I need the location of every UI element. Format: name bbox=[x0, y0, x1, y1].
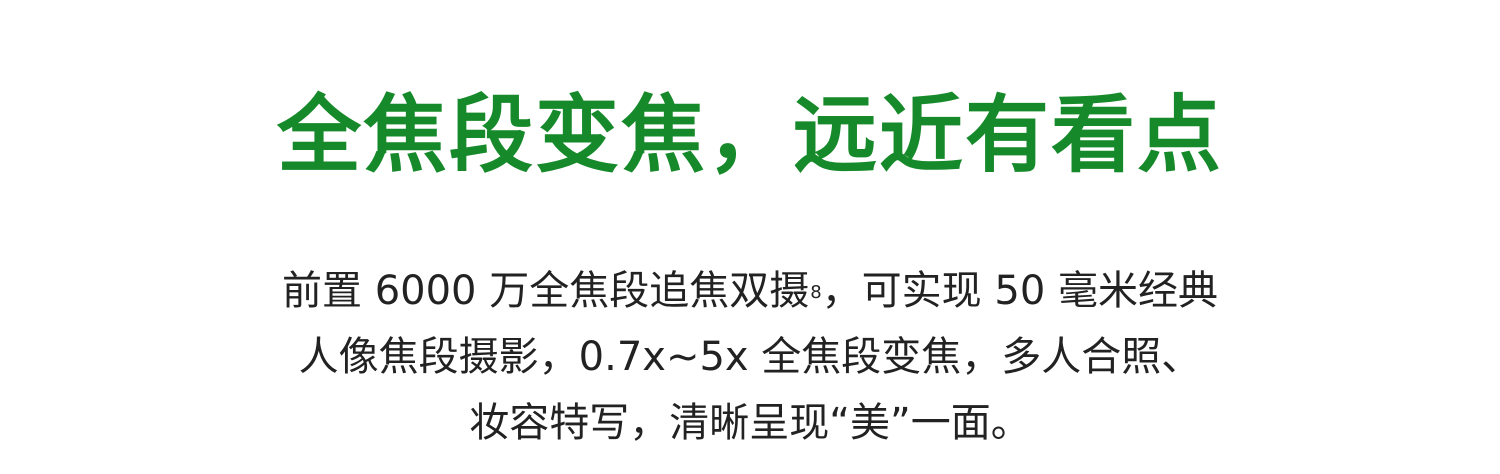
description-line-2: 人像焦段摄影，0.7x~5x 全焦段变焦，多人合照、 bbox=[298, 334, 1202, 380]
description-line-1: 前置 6000 万全焦段追焦双摄8，可实现 50 毫米经典 bbox=[0, 258, 1500, 324]
description-line-1-start: 前置 6000 万全焦段追焦双摄 bbox=[281, 268, 810, 314]
footnote-marker: 8 bbox=[810, 282, 822, 303]
headline: 全焦段变焦，远近有看点 bbox=[276, 86, 1223, 184]
description: 前置 6000 万全焦段追焦双摄8，可实现 50 毫米经典 人像焦段摄影，0.7… bbox=[0, 258, 1500, 456]
feature-banner: 全焦段变焦，远近有看点 前置 6000 万全焦段追焦双摄8，可实现 50 毫米经… bbox=[0, 0, 1500, 474]
description-line-1-end: ，可实现 50 毫米经典 bbox=[821, 268, 1218, 314]
description-line-3: 妆容特写，清晰呈现“美”一面。 bbox=[469, 400, 1031, 446]
